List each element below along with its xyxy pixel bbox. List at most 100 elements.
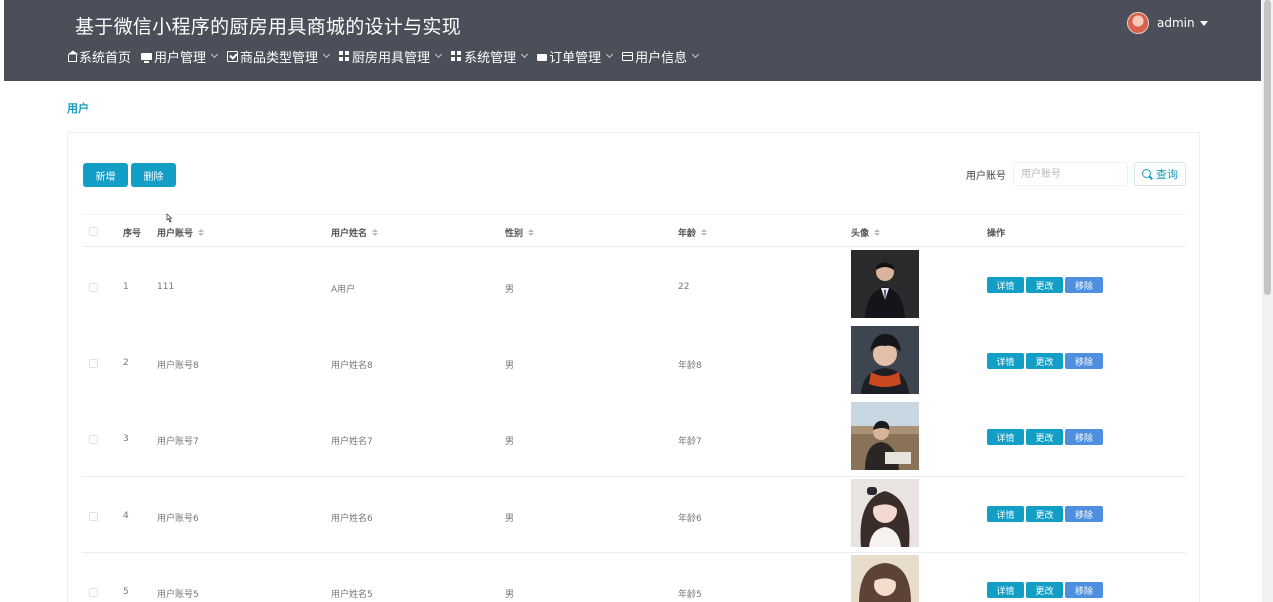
detail-button[interactable]: 详情	[987, 353, 1024, 369]
search-icon	[1142, 168, 1151, 178]
avatar-image[interactable]	[851, 326, 919, 394]
remove-button[interactable]: 移除	[1065, 353, 1103, 369]
delete-button[interactable]: 删除	[131, 163, 176, 187]
cell-gender: 男	[505, 285, 515, 295]
search-input[interactable]	[1013, 162, 1128, 186]
chevron-down-icon	[692, 50, 700, 59]
query-button[interactable]: 查询	[1134, 162, 1186, 186]
col-account[interactable]: 用户账号	[157, 226, 205, 239]
top-header: 基于微信小程序的厨房用具商城的设计与实现 admin 系统首页 用户管理 商品类…	[4, 0, 1261, 81]
col-actions: 操作	[987, 229, 1006, 239]
cell-account: 用户账号6	[157, 514, 199, 524]
col-avatar[interactable]: 头像	[851, 226, 881, 239]
main-nav: 系统首页 用户管理 商品类型管理 厨房用具管理 系统管理 订单管理 用户信息	[68, 46, 708, 66]
detail-button[interactable]: 详情	[987, 506, 1024, 522]
col-name[interactable]: 用户姓名	[331, 226, 379, 239]
mouse-cursor-icon	[166, 213, 173, 223]
cell-age: 年龄6	[678, 514, 702, 524]
row-checkbox[interactable]	[89, 283, 98, 292]
avatar-image[interactable]	[851, 402, 919, 470]
detail-button[interactable]: 详情	[987, 429, 1024, 445]
user-menu[interactable]: admin	[1127, 11, 1208, 35]
query-label: 查询	[1156, 168, 1178, 181]
app-title: 基于微信小程序的厨房用具商城的设计与实现	[75, 16, 462, 38]
col-age[interactable]: 年龄	[678, 226, 708, 239]
grid-icon	[451, 50, 463, 62]
avatar-image[interactable]	[851, 250, 919, 318]
sort-icon[interactable]	[528, 229, 535, 236]
nav-category-management[interactable]: 商品类型管理	[227, 47, 331, 66]
sort-icon[interactable]	[701, 229, 708, 236]
caret-down-icon	[1199, 20, 1208, 26]
remove-button[interactable]: 移除	[1065, 429, 1103, 445]
cell-name: A用户	[331, 285, 356, 295]
cell-account: 111	[157, 282, 175, 292]
edit-button[interactable]: 更改	[1026, 353, 1063, 369]
nav-label: 系统管理	[464, 50, 517, 66]
edit-button[interactable]: 更改	[1026, 582, 1063, 598]
remove-button[interactable]: 移除	[1065, 582, 1103, 598]
nav-label: 系统首页	[79, 50, 132, 66]
table-row: 2 用户账号8 用户姓名8 男 年龄8 详情 更改 移除	[82, 324, 1186, 400]
edit-button[interactable]: 更改	[1026, 506, 1063, 522]
nav-home[interactable]: 系统首页	[68, 47, 131, 66]
nav-label: 订单管理	[549, 50, 602, 66]
checkbox-icon	[227, 50, 239, 62]
cell-gender: 男	[505, 437, 515, 447]
row-actions: 详情 更改 移除	[987, 582, 1105, 598]
cell-name: 用户姓名5	[331, 590, 373, 600]
grid-icon	[339, 50, 351, 62]
cell-gender: 男	[505, 514, 515, 524]
row-checkbox[interactable]	[89, 359, 98, 368]
nav-user-management[interactable]: 用户管理	[141, 47, 219, 66]
edit-button[interactable]: 更改	[1026, 277, 1063, 293]
cell-gender: 男	[505, 361, 515, 371]
cell-index: 2	[123, 358, 129, 368]
nav-label: 用户管理	[154, 50, 207, 66]
detail-button[interactable]: 详情	[987, 582, 1024, 598]
add-button[interactable]: 新增	[83, 163, 128, 187]
row-checkbox[interactable]	[89, 512, 98, 521]
cell-index: 3	[123, 434, 129, 444]
select-all-checkbox[interactable]	[89, 227, 98, 236]
cell-name: 用户姓名6	[331, 514, 373, 524]
row-actions: 详情 更改 移除	[987, 353, 1105, 369]
table-row: 5 用户账号5 用户姓名5 男 年龄5 详情 更改 移除	[82, 552, 1186, 602]
chevron-down-icon	[323, 50, 331, 59]
sort-icon[interactable]	[198, 229, 205, 236]
nav-label: 用户信息	[635, 50, 688, 66]
row-checkbox[interactable]	[89, 588, 98, 597]
cell-age: 年龄5	[678, 590, 702, 600]
col-gender[interactable]: 性别	[505, 226, 535, 239]
avatar-image[interactable]	[851, 479, 919, 547]
remove-button[interactable]: 移除	[1065, 506, 1103, 522]
detail-button[interactable]: 详情	[987, 277, 1024, 293]
table-row: 1 111 A用户 男 22 详情 更改 移除	[82, 248, 1186, 324]
scrollbar-thumb[interactable]	[1264, 0, 1271, 295]
table-row: 4 用户账号6 用户姓名6 男 年龄6 详情 更改 移除	[82, 476, 1186, 552]
row-actions: 详情 更改 移除	[987, 277, 1105, 293]
sort-icon[interactable]	[372, 229, 379, 236]
cell-age: 年龄8	[678, 361, 702, 371]
sort-icon[interactable]	[874, 229, 881, 236]
nav-order-management[interactable]: 订单管理	[537, 47, 614, 66]
avatar	[1127, 12, 1149, 34]
nav-kitchenware-management[interactable]: 厨房用具管理	[339, 47, 443, 66]
nav-user-info[interactable]: 用户信息	[622, 47, 700, 66]
username: admin	[1157, 16, 1195, 30]
edit-button[interactable]: 更改	[1026, 429, 1063, 445]
cell-index: 1	[123, 282, 129, 292]
nav-system-management[interactable]: 系统管理	[451, 47, 529, 66]
col-index: 序号	[123, 229, 142, 239]
cell-age: 22	[678, 282, 690, 292]
vertical-scrollbar[interactable]	[1262, 0, 1273, 602]
remove-button[interactable]: 移除	[1065, 277, 1103, 293]
nav-label: 厨房用具管理	[352, 50, 431, 66]
monitor-icon	[141, 52, 153, 63]
cell-gender: 男	[505, 590, 515, 600]
row-actions: 详情 更改 移除	[987, 429, 1105, 445]
avatar-image[interactable]	[851, 555, 919, 602]
breadcrumb[interactable]: 用户	[67, 100, 89, 116]
cell-name: 用户姓名8	[331, 361, 373, 371]
row-checkbox[interactable]	[89, 435, 98, 444]
